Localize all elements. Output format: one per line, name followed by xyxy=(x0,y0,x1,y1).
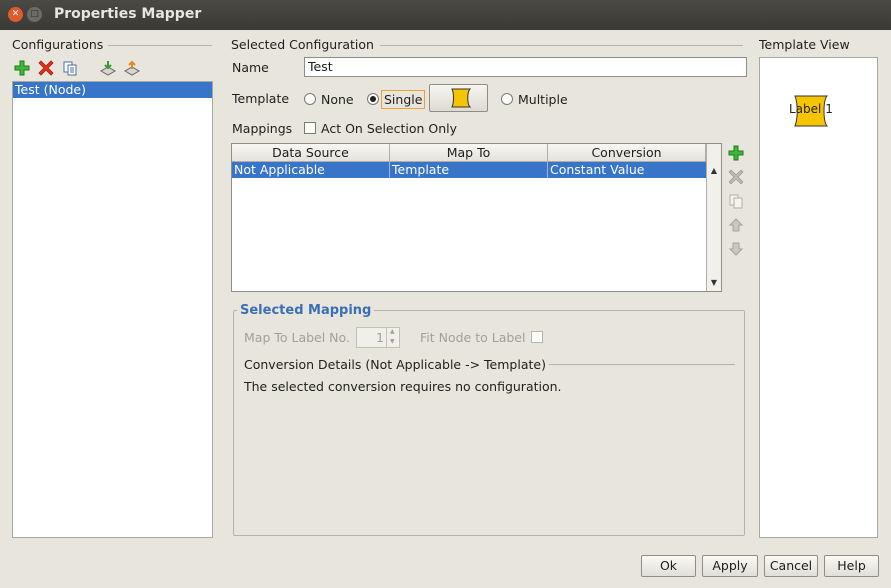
export-configuration-icon[interactable] xyxy=(123,59,141,77)
column-header-conversion[interactable]: Conversion xyxy=(548,144,706,162)
template-none-radio[interactable] xyxy=(304,93,316,105)
column-header-data-source[interactable]: Data Source xyxy=(232,144,390,162)
selected-configuration-separator xyxy=(380,45,743,46)
delete-configuration-icon[interactable] xyxy=(37,59,55,77)
configurations-list[interactable]: Test (Node) xyxy=(12,81,213,538)
map-to-label-no-spinner[interactable]: 1 ▲ ▼ xyxy=(356,327,400,348)
template-none-label[interactable]: None xyxy=(321,92,354,107)
help-button[interactable]: Help xyxy=(824,555,879,577)
act-on-selection-checkbox[interactable] xyxy=(304,122,316,134)
cell-conversion: Constant Value xyxy=(550,162,645,177)
remove-mapping-icon[interactable] xyxy=(727,168,745,186)
spinner-down-icon[interactable]: ▼ xyxy=(390,338,395,345)
selected-configuration-label: Selected Configuration xyxy=(231,37,374,52)
cell-map-to: Template xyxy=(390,162,548,178)
template-node-label: Label 1 xyxy=(789,102,833,116)
map-to-label-no-value: 1 xyxy=(376,330,384,345)
move-down-icon[interactable] xyxy=(727,240,745,258)
import-configuration-icon[interactable] xyxy=(99,59,117,77)
act-on-selection-label[interactable]: Act On Selection Only xyxy=(321,121,457,136)
template-single-label[interactable]: Single xyxy=(381,90,426,109)
scroll-down-icon[interactable]: ▼ xyxy=(707,275,721,289)
template-view-panel[interactable]: Label 1 xyxy=(759,57,878,538)
spinner-up-icon[interactable]: ▲ xyxy=(390,328,395,335)
name-label: Name xyxy=(232,60,269,75)
table-scrollbar[interactable]: ▲ ▼ xyxy=(706,144,721,291)
copy-mapping-icon[interactable] xyxy=(727,192,745,210)
table-row[interactable]: Not Applicable Template Constant Value xyxy=(232,162,706,178)
selected-mapping-title: Selected Mapping xyxy=(237,303,375,318)
conversion-details-separator xyxy=(549,364,735,365)
configurations-separator xyxy=(108,45,212,46)
add-mapping-icon[interactable] xyxy=(727,144,745,162)
move-up-icon[interactable] xyxy=(727,216,745,234)
fit-node-to-label-checkbox[interactable] xyxy=(531,331,543,343)
conversion-message: The selected conversion requires no conf… xyxy=(244,379,562,394)
maximize-window-icon[interactable]: □ xyxy=(27,7,42,22)
map-to-label-no-label: Map To Label No. xyxy=(244,330,350,345)
window-title: Properties Mapper xyxy=(54,6,202,22)
column-header-map-to[interactable]: Map To xyxy=(390,144,548,162)
title-bar: ✕ □ Properties Mapper xyxy=(0,0,891,30)
conversion-details-label: Conversion Details (Not Applicable -> Te… xyxy=(244,357,546,372)
fit-node-to-label-label: Fit Node to Label xyxy=(420,330,526,345)
template-label: Template xyxy=(232,91,290,106)
copy-configuration-icon[interactable] xyxy=(61,59,79,77)
mappings-table[interactable]: Data Source Map To Conversion Not Applic… xyxy=(231,143,722,292)
apply-button[interactable]: Apply xyxy=(702,555,758,577)
mappings-label: Mappings xyxy=(232,121,293,136)
cell-data-source: Not Applicable xyxy=(232,162,390,178)
configurations-label: Configurations xyxy=(12,37,104,52)
ok-button[interactable]: Ok xyxy=(641,555,696,577)
template-multiple-radio[interactable] xyxy=(501,93,513,105)
configuration-list-item[interactable]: Test (Node) xyxy=(13,82,212,98)
add-configuration-icon[interactable] xyxy=(13,59,31,77)
close-window-icon[interactable]: ✕ xyxy=(8,7,23,22)
template-multiple-label[interactable]: Multiple xyxy=(518,92,568,107)
name-input[interactable]: Test xyxy=(304,57,747,77)
template-shape-button[interactable] xyxy=(429,84,488,112)
scroll-up-icon[interactable]: ▲ xyxy=(707,163,721,177)
spinner-buttons[interactable]: ▲ ▼ xyxy=(386,328,399,347)
template-view-label: Template View xyxy=(759,37,850,52)
single-shape-icon xyxy=(451,88,472,108)
cancel-button[interactable]: Cancel xyxy=(764,555,818,577)
template-single-radio[interactable] xyxy=(367,93,379,105)
